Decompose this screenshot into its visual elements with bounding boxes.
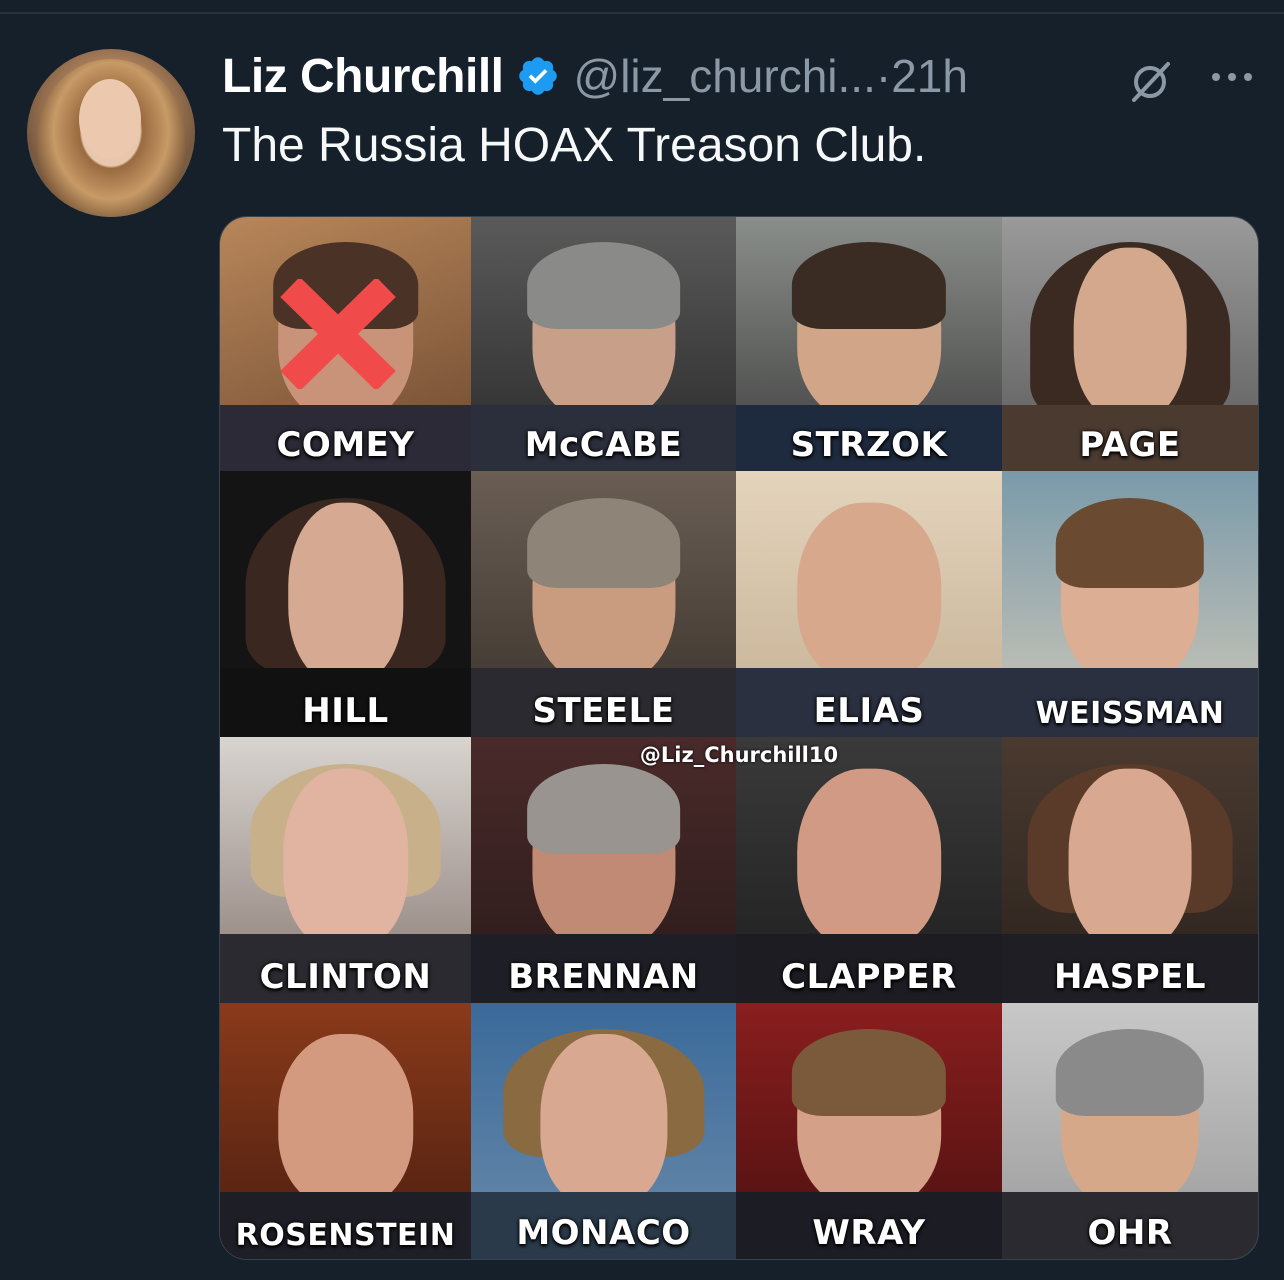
grok-icon[interactable] [1126,56,1176,106]
more-options-icon[interactable] [1210,70,1254,84]
portrait-label: STEELE [532,691,675,731]
portrait-steele: STEELE [471,471,736,737]
tweet-header: Liz Churchill @liz_churchi... · 21h [222,46,968,106]
portrait-clapper: CLAPPER [736,737,1002,1003]
portrait-elias: ELIAS [736,471,1002,737]
portrait-page: PAGE [1002,217,1258,471]
portrait-haspel: HASPEL [1002,737,1258,1003]
portrait-label: OHR [1087,1213,1173,1253]
timestamp[interactable]: 21h [891,49,968,103]
portrait-wray: WRAY [736,1003,1002,1259]
author-name[interactable]: Liz Churchill [222,49,504,104]
top-divider [0,12,1284,14]
tweet-text: The Russia HOAX Treason Club. [222,119,927,172]
portrait-rosenstein: ROSENSTEIN [220,1003,471,1259]
portrait-label: ROSENSTEIN [235,1218,456,1253]
portrait-comey: COMEY [220,217,471,471]
portrait-label: BRENNAN [508,957,699,997]
portrait-label: MONACO [516,1213,691,1253]
portrait-label: STRZOK [790,425,948,465]
portrait-label: PAGE [1079,425,1181,465]
portrait-strzok: STRZOK [736,217,1002,471]
portrait-label: CLINTON [259,957,432,997]
portrait-label: COMEY [276,425,415,465]
portrait-label: WEISSMAN [1035,696,1225,731]
portrait-label: HILL [302,691,389,731]
author-handle[interactable]: @liz_churchi... [574,49,876,103]
separator-dot: · [875,50,892,102]
portrait-brennan: BRENNAN [471,737,736,1003]
tweet-image[interactable]: COMEY McCABE STRZOK PAGE HILL STEELE ELI… [219,216,1259,1260]
avatar[interactable] [27,49,195,217]
portrait-clinton: CLINTON [220,737,471,1003]
portrait-ohr: OHR [1002,1003,1258,1259]
x-mark-icon [280,279,396,389]
portrait-label: HASPEL [1053,957,1207,997]
portrait-grid: COMEY McCABE STRZOK PAGE HILL STEELE ELI… [220,217,1258,1259]
portrait-label: ELIAS [813,691,925,731]
portrait-monaco: MONACO [471,1003,736,1259]
portrait-label: WRAY [812,1213,926,1253]
portrait-label: McCABE [524,425,683,465]
portrait-weissman: WEISSMAN [1002,471,1258,737]
portrait-mccabe: McCABE [471,217,736,471]
avatar-face [79,79,141,159]
portrait-hill: HILL [220,471,471,737]
verified-badge-icon[interactable] [516,54,560,98]
portrait-label: CLAPPER [781,957,957,997]
